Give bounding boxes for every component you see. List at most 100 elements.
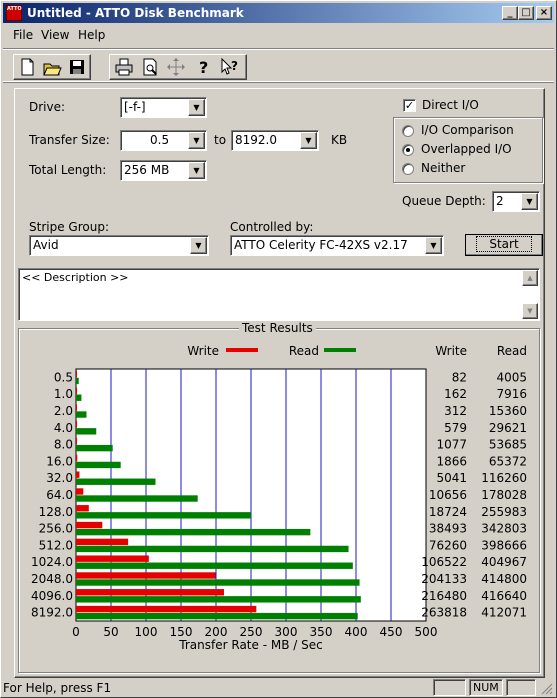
open-folder-icon[interactable] [40, 55, 64, 79]
status-text: For Help, press F1 [3, 681, 112, 695]
direct-io-checkbox[interactable]: ✓ [403, 99, 416, 112]
y-tick-label: 1.0 [54, 387, 73, 401]
write-bar [76, 572, 216, 579]
menu-help[interactable]: Help [78, 28, 105, 42]
io-comparison-radio[interactable] [402, 125, 414, 137]
stripe-group-select[interactable]: Avid ▼ [29, 235, 209, 256]
write-value-label: 1077 [436, 438, 467, 452]
column-header-read: Read [497, 344, 527, 358]
total-length-value: 256 MB [124, 163, 170, 177]
question-mark-icon[interactable]: ? [192, 55, 216, 79]
move-arrows-icon[interactable] [164, 55, 188, 79]
transfer-size-from-select[interactable]: 0.5 ▼ [120, 130, 207, 151]
menu-file[interactable]: File [13, 28, 33, 42]
read-bar [76, 528, 311, 536]
minimize-button[interactable]: _ [502, 6, 518, 20]
y-tick-label: 4.0 [54, 421, 73, 435]
total-length-select[interactable]: 256 MB ▼ [120, 160, 207, 181]
toolbar-file-group [13, 54, 91, 80]
y-tick-label: 8.0 [54, 438, 73, 452]
write-bar [76, 471, 80, 478]
write-bar [76, 521, 103, 529]
transfer-size-to-select[interactable]: 8192.0 ▼ [231, 130, 319, 151]
to-label: to [214, 133, 227, 147]
svg-text:?: ? [231, 59, 238, 73]
column-header-write: Write [435, 344, 467, 358]
queue-depth-select[interactable]: 2 ▼ [492, 191, 540, 212]
write-value-label: 106522 [421, 555, 467, 569]
queue-depth-label: Queue Depth: [402, 194, 486, 208]
read-value-label: 255983 [481, 505, 527, 519]
write-bar [76, 421, 77, 428]
close-button[interactable]: × [536, 6, 552, 20]
x-tick-label: 250 [240, 625, 263, 639]
read-bar [76, 461, 121, 469]
scroll-up-icon[interactable]: ▲ [522, 270, 538, 286]
save-disk-icon[interactable] [65, 55, 89, 79]
chevron-down-icon[interactable]: ▼ [188, 132, 205, 149]
io-comparison-label[interactable]: I/O Comparison [421, 123, 514, 137]
read-value-label: 29621 [489, 421, 527, 435]
y-tick-label: 256.0 [39, 522, 73, 536]
x-tick-label: 400 [345, 625, 368, 639]
read-value-label: 53685 [489, 438, 527, 452]
direct-io-label[interactable]: Direct I/O [422, 98, 479, 112]
application-window: ATTO Untitled - ATTO Disk Benchmark _ □ … [0, 0, 557, 698]
print-preview-icon[interactable] [138, 55, 162, 79]
transfer-from-value: 0.5 [150, 133, 170, 147]
toolbar-tools-group: ? ? [109, 54, 247, 80]
toolbar: ? ? [3, 48, 554, 82]
y-tick-label: 4096.0 [31, 589, 73, 603]
legend-write-swatch [226, 348, 258, 352]
atto-app-icon[interactable]: ATTO [6, 5, 22, 21]
new-document-icon[interactable] [15, 55, 39, 79]
chevron-down-icon[interactable]: ▼ [425, 237, 442, 254]
stripe-group-label: Stripe Group: [29, 220, 109, 234]
context-help-icon[interactable]: ? [218, 55, 242, 79]
y-tick-label: 16.0 [46, 454, 73, 468]
drive-label: Drive: [29, 100, 66, 114]
menu-view[interactable]: View [41, 28, 69, 42]
start-button-label: Start [476, 236, 532, 252]
resize-grip-icon[interactable] [540, 682, 553, 695]
x-tick-label: 500 [415, 625, 438, 639]
write-bar [76, 555, 149, 562]
read-bar [76, 478, 156, 485]
neither-radio[interactable] [402, 163, 414, 175]
maximize-button[interactable]: □ [518, 6, 534, 20]
description-textarea[interactable]: << Description >> ▲ ▼ [18, 268, 540, 321]
chevron-down-icon[interactable]: ▼ [190, 237, 207, 254]
write-bar [76, 437, 77, 445]
x-tick-label: 450 [380, 625, 403, 639]
x-tick-label: 350 [310, 625, 333, 639]
kb-label: KB [331, 133, 348, 147]
chevron-down-icon[interactable]: ▼ [300, 132, 317, 149]
overlapped-io-radio[interactable] [402, 144, 414, 156]
title-bar[interactable]: ATTO Untitled - ATTO Disk Benchmark _ □ … [3, 3, 554, 23]
overlapped-io-label[interactable]: Overlapped I/O [421, 142, 512, 156]
x-tick-label: 150 [170, 625, 193, 639]
read-value-label: 116260 [481, 471, 527, 485]
write-bar [76, 589, 224, 596]
x-tick-label: 100 [135, 625, 158, 639]
write-value-label: 204133 [421, 572, 467, 586]
x-tick-label: 300 [275, 625, 298, 639]
printer-icon[interactable] [112, 55, 136, 79]
read-value-label: 404967 [481, 555, 527, 569]
start-button[interactable]: Start [465, 234, 543, 256]
write-value-label: 38493 [429, 522, 467, 536]
controlled-by-select[interactable]: ATTO Celerity FC-42XS v2.17 ▼ [230, 235, 444, 256]
x-axis-label: Transfer Rate - MB / Sec [178, 638, 322, 652]
chevron-down-icon[interactable]: ▼ [188, 162, 205, 179]
chevron-down-icon[interactable]: ▼ [188, 99, 205, 116]
y-tick-label: 0.5 [54, 370, 73, 384]
neither-label[interactable]: Neither [421, 161, 465, 175]
read-value-label: 342803 [481, 522, 527, 536]
status-panel-scrl [506, 679, 536, 696]
chevron-down-icon[interactable]: ▼ [521, 193, 538, 210]
drive-select[interactable]: [-f-] ▼ [120, 97, 207, 118]
y-tick-label: 8192.0 [31, 606, 73, 620]
write-bar [76, 454, 78, 462]
scroll-down-icon[interactable]: ▼ [522, 303, 538, 319]
write-value-label: 76260 [429, 538, 467, 552]
